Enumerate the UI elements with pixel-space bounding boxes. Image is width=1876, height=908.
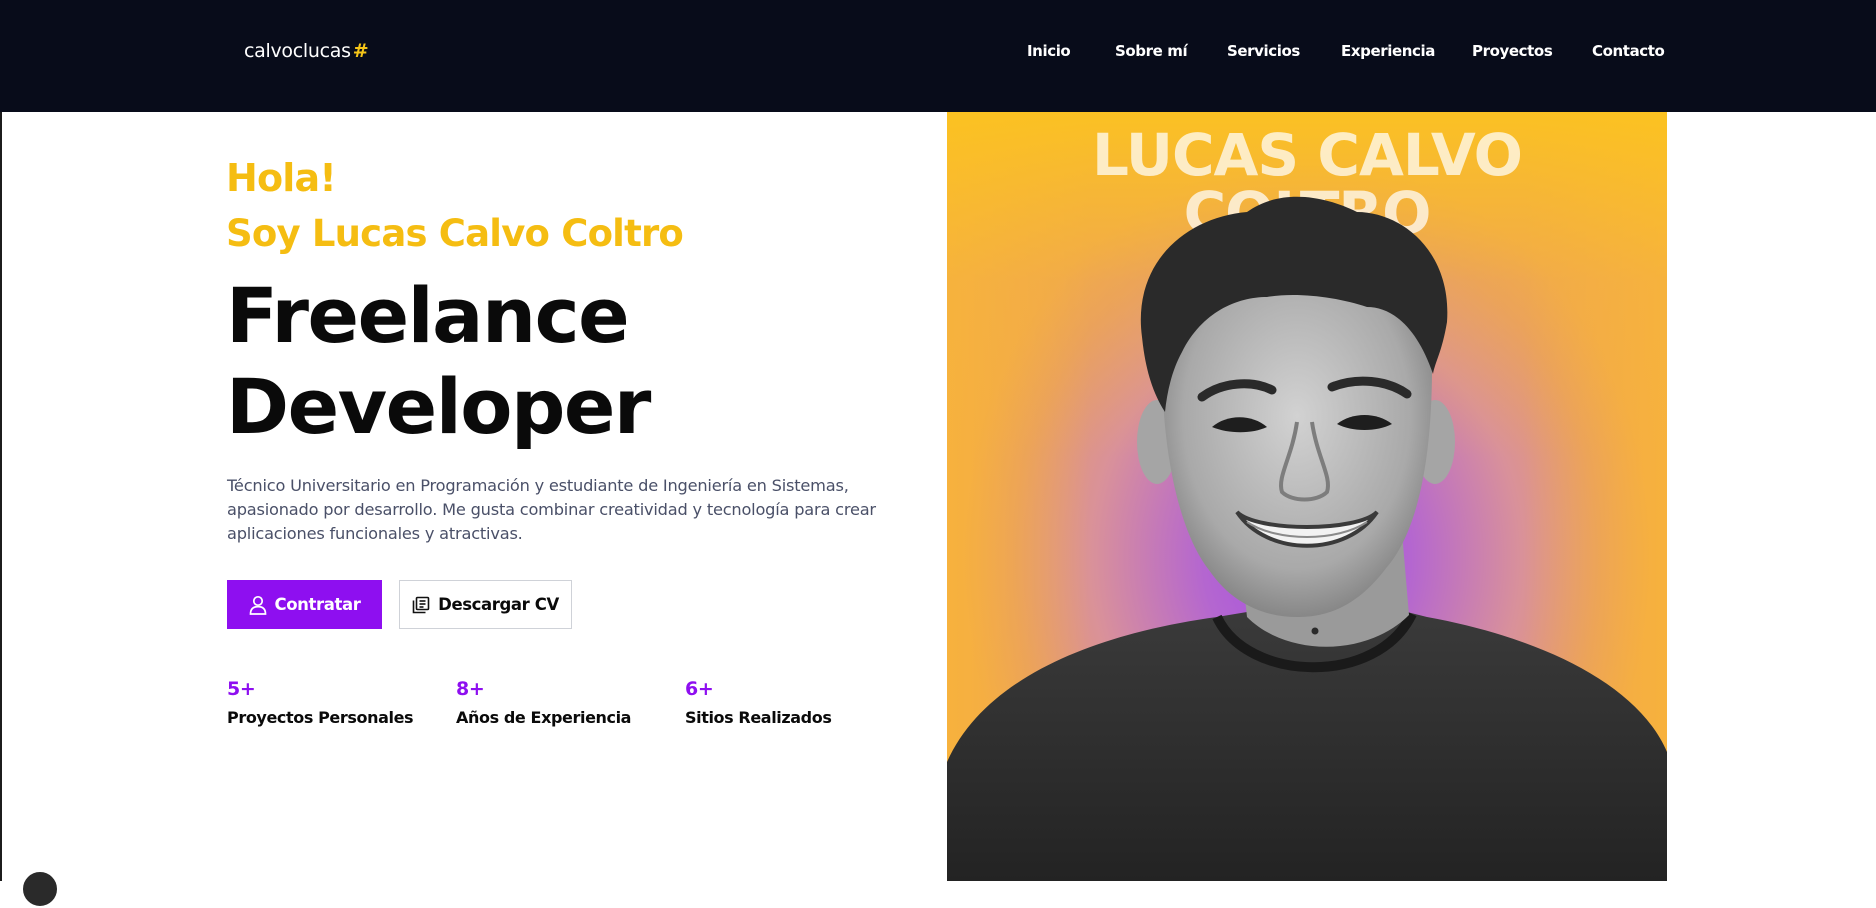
- stat-value: 6+: [685, 678, 714, 700]
- download-cv-label: Descargar CV: [438, 595, 559, 614]
- hero-intro-name: Soy Lucas Calvo Coltro: [226, 212, 684, 255]
- hero-greeting: Hola!: [226, 156, 337, 200]
- stat-label: Proyectos Personales: [227, 708, 414, 727]
- headline-line-2: Developer: [226, 362, 651, 451]
- stat-years-experience: 8+ Años de Experiencia: [456, 678, 631, 727]
- nav-link-experiencia[interactable]: Experiencia: [1341, 42, 1435, 60]
- download-cv-button[interactable]: Descargar CV: [399, 580, 572, 629]
- nav-link-contacto[interactable]: Contacto: [1592, 42, 1665, 60]
- stat-personal-projects: 5+ Proyectos Personales: [227, 678, 414, 727]
- nav-link-servicios[interactable]: Servicios: [1227, 42, 1300, 60]
- headline-line-1: Freelance: [226, 271, 630, 360]
- hero-headline: Freelance Developer: [226, 270, 786, 452]
- stat-label: Sitios Realizados: [685, 708, 832, 727]
- nav-link-sobre-mi[interactable]: Sobre mí: [1115, 42, 1188, 60]
- hero-description: Técnico Universitario en Programación y …: [227, 476, 876, 543]
- stat-value: 5+: [227, 678, 256, 700]
- stat-sites-built: 6+ Sitios Realizados: [685, 678, 832, 727]
- nav-link-inicio[interactable]: Inicio: [1027, 42, 1071, 60]
- page-left-border: [0, 0, 2, 881]
- floating-widget-button[interactable]: [21, 870, 59, 908]
- stat-value: 8+: [456, 678, 485, 700]
- hero-photo: LUCAS CALVO COLTRO: [947, 112, 1667, 881]
- portrait-illustration: [947, 196, 1667, 881]
- site-header: calvoclucas # Inicio Sobre mí Servicios E…: [0, 0, 1876, 112]
- nav-link-proyectos[interactable]: Proyectos: [1472, 42, 1553, 60]
- hire-button[interactable]: Contratar: [227, 580, 382, 629]
- stat-label: Años de Experiencia: [456, 708, 632, 727]
- user-icon: [249, 595, 266, 615]
- document-icon: [412, 596, 430, 613]
- main-nav: Inicio Sobre mí Servicios Experiencia Pr…: [0, 42, 1876, 66]
- hire-button-label: Contratar: [274, 595, 361, 614]
